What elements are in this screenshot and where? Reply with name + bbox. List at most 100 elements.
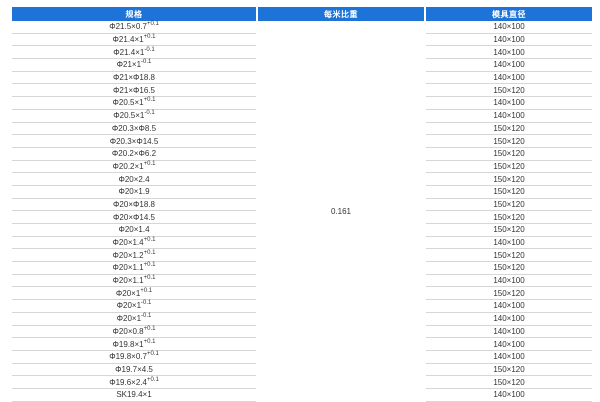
spec-value: Φ20×2.4 — [118, 174, 150, 184]
spec-value: Φ21.5×0.7 — [109, 22, 147, 32]
spec-value: Φ20×1 — [115, 288, 141, 298]
cell-die-diameter: 150×120 — [426, 376, 592, 389]
spec-value: Φ20.3×Φ14.5 — [109, 136, 159, 146]
cell-die-diameter: 140×100 — [426, 110, 592, 123]
spec-value: Φ20×0.8 — [112, 326, 144, 336]
cell-spec: Φ21×1-0.1 — [12, 59, 256, 72]
cell-die-diameter: 140×100 — [426, 275, 592, 288]
cell-spec: Φ21×Φ16.5 — [12, 84, 256, 98]
cell-spec: Φ21.4×1-0.1 — [12, 46, 256, 60]
cell-die-diameter: 140×100 — [426, 237, 592, 250]
spec-value: Φ19.8×1 — [112, 339, 144, 349]
spec-value: Φ21.4×1 — [112, 35, 144, 45]
spec-value: Φ20×1 — [116, 314, 142, 324]
spec-tolerance: +0.1 — [140, 287, 153, 294]
cell-die-diameter: 150×120 — [426, 211, 592, 224]
cell-density: 0.161 — [330, 206, 352, 216]
spec-tolerance: +0.1 — [143, 249, 156, 256]
cell-spec: Φ20×1+0.1 — [12, 287, 256, 301]
spec-tolerance: +0.1 — [143, 34, 156, 41]
header-density: 每米比重 — [258, 7, 424, 21]
cell-spec: Φ20×0.8+0.1 — [12, 326, 256, 339]
spec-tolerance: +0.1 — [146, 351, 159, 358]
spec-tolerance: +0.1 — [146, 21, 159, 28]
cell-spec: Φ20×Φ14.5 — [12, 211, 256, 224]
cell-die-diameter: 150×120 — [426, 224, 592, 237]
spec-value: Φ20.2×1 — [112, 161, 144, 171]
cell-spec: Φ20×1.9 — [12, 186, 256, 199]
spec-tolerance: -0.1 — [141, 300, 152, 307]
cell-spec: Φ19.8×0.7+0.1 — [12, 351, 256, 364]
header-die-diameter: 模具直径 — [426, 7, 592, 21]
cell-spec: Φ20.2×Φ6.2 — [12, 148, 256, 161]
spec-value: Φ20×Φ18.8 — [113, 199, 155, 209]
spec-tolerance: +0.1 — [146, 376, 159, 383]
spec-tolerance: -0.1 — [144, 110, 155, 117]
spec-value: Φ21×1 — [116, 60, 142, 70]
cell-die-diameter: 150×120 — [426, 123, 592, 136]
spec-value: Φ20×1.1 — [112, 276, 144, 286]
spec-value: Φ20.5×1 — [113, 111, 145, 121]
spec-tolerance: +0.1 — [143, 97, 156, 104]
spec-tolerance: +0.1 — [143, 325, 156, 332]
cell-spec: Φ21.5×0.7+0.1 — [12, 21, 256, 34]
cell-die-diameter: 150×120 — [426, 199, 592, 212]
table-row: Φ21.5×0.7+0.1 0.161 140×100 — [12, 21, 592, 216]
spec-value: Φ19.7×4.5 — [115, 364, 153, 374]
cell-spec: Φ20×1.1+0.1 — [12, 275, 256, 288]
table-body: Φ21.5×0.7+0.1 0.161 140×100 Φ21.4×1+0.1 140×… — [12, 21, 592, 402]
spec-value: SK19.4×1 — [116, 390, 152, 400]
spec-value: Φ21.4×1 — [113, 47, 145, 57]
cell-spec: Φ20.5×1+0.1 — [12, 97, 256, 110]
cell-die-diameter: 140×100 — [426, 59, 592, 72]
header-spec: 规格 — [12, 7, 256, 21]
spec-tolerance: +0.1 — [143, 338, 156, 345]
cell-spec: Φ20×1.1+0.1 — [12, 262, 256, 275]
spec-value: Φ20×Φ14.5 — [113, 212, 155, 222]
spec-table: 规格 每米比重 模具直径 Φ21.5×0.7+0.1 0.161 140×100 Φ2… — [10, 7, 594, 402]
cell-die-diameter: 150×120 — [426, 287, 592, 301]
spec-value: Φ21×Φ16.5 — [113, 85, 155, 95]
spec-tolerance: +0.1 — [143, 275, 156, 282]
spec-value: Φ20.5×1 — [112, 98, 144, 108]
spec-tolerance: -0.1 — [141, 313, 152, 320]
spec-value: Φ20×1.9 — [118, 187, 150, 197]
spec-value: Φ20.2×Φ6.2 — [111, 149, 157, 159]
spec-value: Φ20.3×Φ8.5 — [111, 123, 157, 133]
spec-tolerance: +0.1 — [143, 262, 156, 269]
cell-die-diameter: 150×120 — [426, 148, 592, 161]
cell-spec: Φ20×1-0.1 — [12, 300, 256, 313]
cell-spec: Φ20×Φ18.8 — [12, 199, 256, 212]
spec-value: Φ20×1.2 — [112, 250, 144, 260]
cell-spec: Φ20×1.4 — [12, 224, 256, 237]
cell-spec: Φ20×2.4 — [12, 173, 256, 186]
cell-die-diameter: 150×120 — [426, 173, 592, 186]
spec-value: Φ20×1.4 — [118, 225, 150, 235]
spec-value: Φ19.8×0.7 — [109, 352, 147, 362]
cell-die-diameter: 150×120 — [426, 161, 592, 174]
spec-value: Φ20×1 — [116, 301, 142, 311]
cell-die-diameter: 150×120 — [426, 186, 592, 199]
spec-value: Φ19.6×2.4 — [109, 377, 147, 387]
table-header-row: 规格 每米比重 模具直径 — [12, 7, 592, 21]
cell-die-diameter: 140×100 — [426, 46, 592, 60]
spec-tolerance: +0.1 — [143, 237, 156, 244]
cell-spec: Φ20×1-0.1 — [12, 313, 256, 326]
cell-spec: Φ20×1.2+0.1 — [12, 249, 256, 263]
cell-spec: Φ19.8×1+0.1 — [12, 338, 256, 351]
cell-spec: Φ20.3×Φ8.5 — [12, 123, 256, 136]
cell-spec: Φ19.6×2.4+0.1 — [12, 376, 256, 389]
cell-die-diameter: 140×100 — [426, 313, 592, 326]
cell-spec: Φ21.4×1+0.1 — [12, 34, 256, 47]
cell-die-diameter: 140×100 — [426, 97, 592, 110]
cell-spec: Φ21×Φ18.8 — [12, 72, 256, 85]
cell-die-diameter: 140×100 — [426, 21, 592, 34]
cell-spec: Φ20.3×Φ14.5 — [12, 135, 256, 148]
cell-die-diameter: 140×100 — [426, 34, 592, 47]
spec-tolerance: -0.1 — [144, 46, 155, 53]
cell-die-diameter: 140×100 — [426, 351, 592, 364]
cell-spec: Φ20×1.4+0.1 — [12, 237, 256, 250]
cell-die-diameter: 140×100 — [426, 72, 592, 85]
cell-die-diameter: 150×120 — [426, 249, 592, 263]
spec-value: Φ20×1.4 — [112, 238, 144, 248]
